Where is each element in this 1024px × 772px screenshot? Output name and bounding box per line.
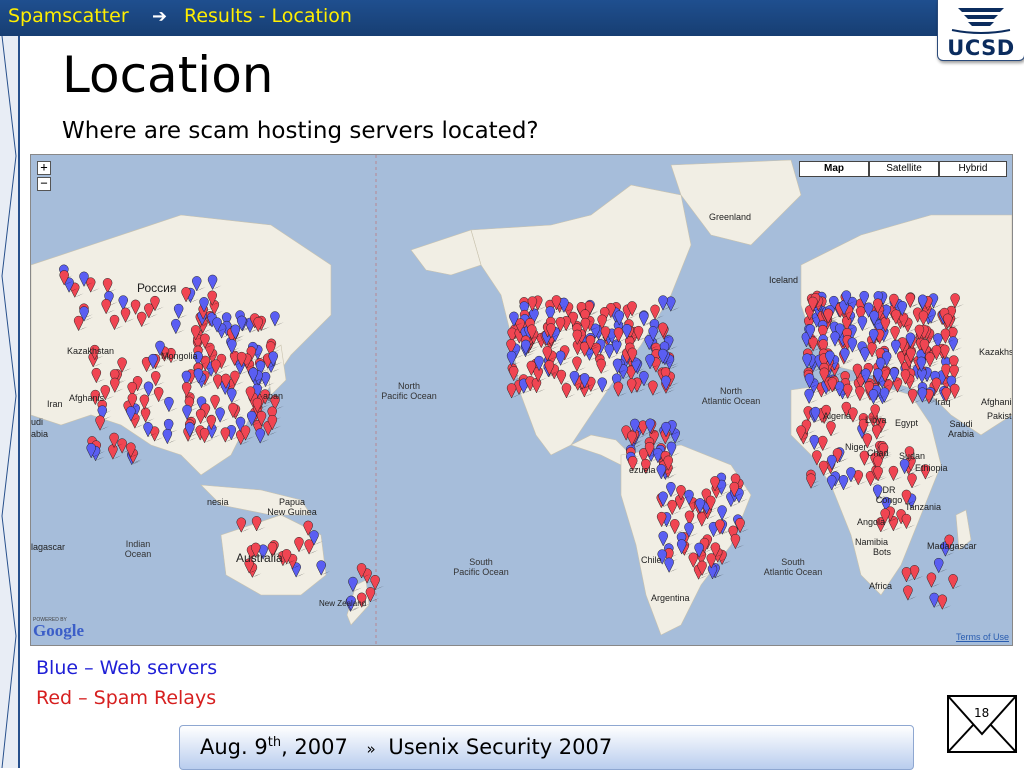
header-bar: Spamscatter ➔ Results - Location [0,0,1024,36]
label-chad: Chad [867,448,889,458]
label-south-pacific: South Pacific Ocean [453,557,509,577]
label-libya: Libya [865,415,887,425]
zoom-in-button[interactable]: + [37,161,51,175]
footer-date-suffix: , 2007 [281,735,348,759]
footer-venue: Usenix Security 2007 [388,735,613,759]
footer-date-sup: th [267,735,282,750]
footer-text: Aug. 9th, 2007 » Usenix Security 2007 [200,735,612,759]
label-russia: Россия [137,281,177,295]
breadcrumb-arrow-icon: ➔ [152,6,168,27]
label-south-atlantic: South Atlantic Ocean [763,557,823,577]
label-niger: Niger [845,442,867,452]
label-australia: Australia [236,551,283,565]
label-algeria: Algeria [823,411,852,421]
label-arabia-left: abia [31,429,49,439]
legend-spam-relays: Red – Spam Relays [36,687,217,709]
label-iraq: Iraq [935,397,951,407]
map-type-satellite-button[interactable]: Satellite [869,161,939,177]
label-iceland: Iceland [769,275,799,285]
label-mongolia: Mongolia [161,351,198,361]
label-saudi-left: udi [31,417,44,427]
google-logo[interactable]: Google [33,621,84,641]
page-number: 18 [974,706,990,720]
label-greenland: Greenland [709,212,752,222]
label-afghanistan: Afghanis [69,393,105,403]
label-indian-ocean: Indian Ocean [124,539,152,559]
left-decorative-stripe [0,35,20,769]
map-canvas[interactable] [31,155,1012,645]
label-saudi-arabia: Saudi Arabia [947,419,974,439]
label-egypt: Egypt [895,418,919,428]
label-south-africa: Africa [869,581,893,591]
zoom-out-button[interactable]: − [37,177,51,191]
label-indonesia: nesia [207,497,229,507]
label-tanzania: Tanzania [905,502,942,512]
label-north-atlantic: North Atlantic Ocean [701,386,761,406]
envelope-icon [946,694,1018,754]
label-sudan: Sudan [899,451,926,461]
logo-text: UCSD [947,36,1015,60]
google-logo-text: Google [33,621,84,640]
label-afghanistan-right: Afghanis [981,397,1013,407]
label-botswana: Bots [873,547,892,557]
label-argentina: Argentina [651,593,690,603]
label-dr-congo: DR Congo [875,485,903,505]
ucsd-logo: UCSD [937,0,1024,61]
slide-title: Location [62,46,274,104]
world-map[interactable]: + − Map Satellite Hybrid Greenland Icela… [30,154,1013,646]
label-north-pacific: North Pacific Ocean [381,381,437,401]
label-new-zealand: New Zealand [319,599,367,608]
label-madagascar-left: lagascar [31,542,66,552]
label-madagascar: Madagascar [927,541,977,551]
map-type-hybrid-button[interactable]: Hybrid [939,161,1007,177]
label-ethiopia: Ethiopia [915,463,948,473]
label-iran: Iran [47,399,63,409]
legend-web-servers: Blue – Web servers [36,657,218,679]
footer-date-prefix: Aug. 9 [200,735,268,759]
slide-subtitle: Where are scam hosting servers located? [62,118,539,144]
label-papua: Papua New Guinea [267,497,317,517]
label-pakistan: Pakist [987,411,1012,421]
label-venezuela: ezuela [629,465,656,475]
label-kazakhs-right: Kazakhs [979,347,1013,357]
map-type-map-button[interactable]: Map [799,161,869,177]
ucsd-ship-emblem [951,8,1011,34]
terms-of-use-link[interactable]: Terms of Use [956,632,1009,642]
label-kazakhstan: Kazakhstan [67,346,115,356]
label-chile: Chile [641,555,662,565]
breadcrumb-current: Results - Location [184,5,352,27]
label-japan: apan [263,391,284,401]
footer-separator-icon: » [366,740,376,758]
footer-bar: Aug. 9th, 2007 » Usenix Security 2007 [179,725,914,770]
label-namibia: Namibia [855,537,889,547]
label-angola: Angola [857,517,886,527]
breadcrumb-root: Spamscatter [8,5,129,27]
